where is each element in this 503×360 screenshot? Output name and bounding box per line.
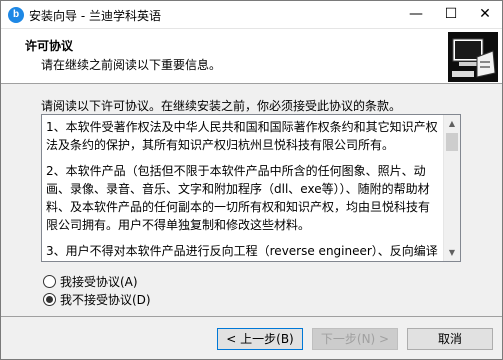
license-textbox[interactable]: 1、本软件受著作权法及中华人民共和国和国际著作权条约和其它知识产权法及条约的保护…: [41, 114, 461, 262]
decline-radio[interactable]: [43, 293, 56, 306]
scroll-down-arrow-icon[interactable]: ▼: [444, 244, 460, 261]
page-title: 许可协议: [25, 39, 74, 53]
title-bar: b 安装向导 - 兰迪学科英语 — ☐ ✕: [1, 1, 502, 29]
next-button[interactable]: 下一步(N) >: [312, 328, 398, 350]
scroll-up-arrow-icon[interactable]: ▲: [444, 115, 460, 132]
license-paragraph: 1、本软件受著作权法及中华人民共和国和国际著作权条约和其它知识产权法及条约的保护…: [46, 120, 438, 152]
license-text: 1、本软件受著作权法及中华人民共和国和国际著作权条约和其它知识产权法及条约的保护…: [46, 118, 440, 261]
accept-radio-option[interactable]: 我接受协议(A): [43, 273, 138, 290]
license-intro: 请阅读以下许可协议。在继续安装之前，你必须接受此协议的条款。: [41, 99, 402, 113]
window-title: 安装向导 - 兰迪学科英语: [29, 9, 161, 23]
installer-computer-icon: [448, 32, 498, 82]
license-scrollbar[interactable]: ▲ ▼: [443, 115, 460, 261]
wizard-header: 许可协议 请在继续之前阅读以下重要信息。: [1, 29, 502, 84]
close-button[interactable]: ✕: [468, 1, 502, 29]
minimize-button[interactable]: —: [399, 1, 433, 29]
page-subtitle: 请在继续之前阅读以下重要信息。: [41, 58, 222, 72]
maximize-button[interactable]: ☐: [434, 1, 468, 29]
decline-radio-label: 我不接受协议(D): [60, 293, 151, 307]
decline-radio-option[interactable]: 我不接受协议(D): [43, 291, 151, 308]
license-paragraph: 2、本软件产品（包括但不限于本软件产品中所含的任何图象、照片、动画、录像、录音、…: [46, 164, 431, 232]
scroll-thumb[interactable]: [446, 133, 458, 151]
cancel-button[interactable]: 取消: [407, 328, 493, 350]
accept-radio-label: 我接受协议(A): [60, 275, 138, 289]
license-paragraph: 3、用户不得对本软件产品进行反向工程（reverse engineer）、反向编…: [46, 244, 438, 258]
app-icon: b: [8, 7, 24, 23]
accept-radio[interactable]: [43, 275, 56, 288]
installer-window: b 安装向导 - 兰迪学科英语 — ☐ ✕ 许可协议 请在继续之前阅读以下重要信…: [0, 0, 503, 360]
footer-divider: [1, 316, 502, 317]
back-button[interactable]: < 上一步(B): [217, 328, 303, 350]
